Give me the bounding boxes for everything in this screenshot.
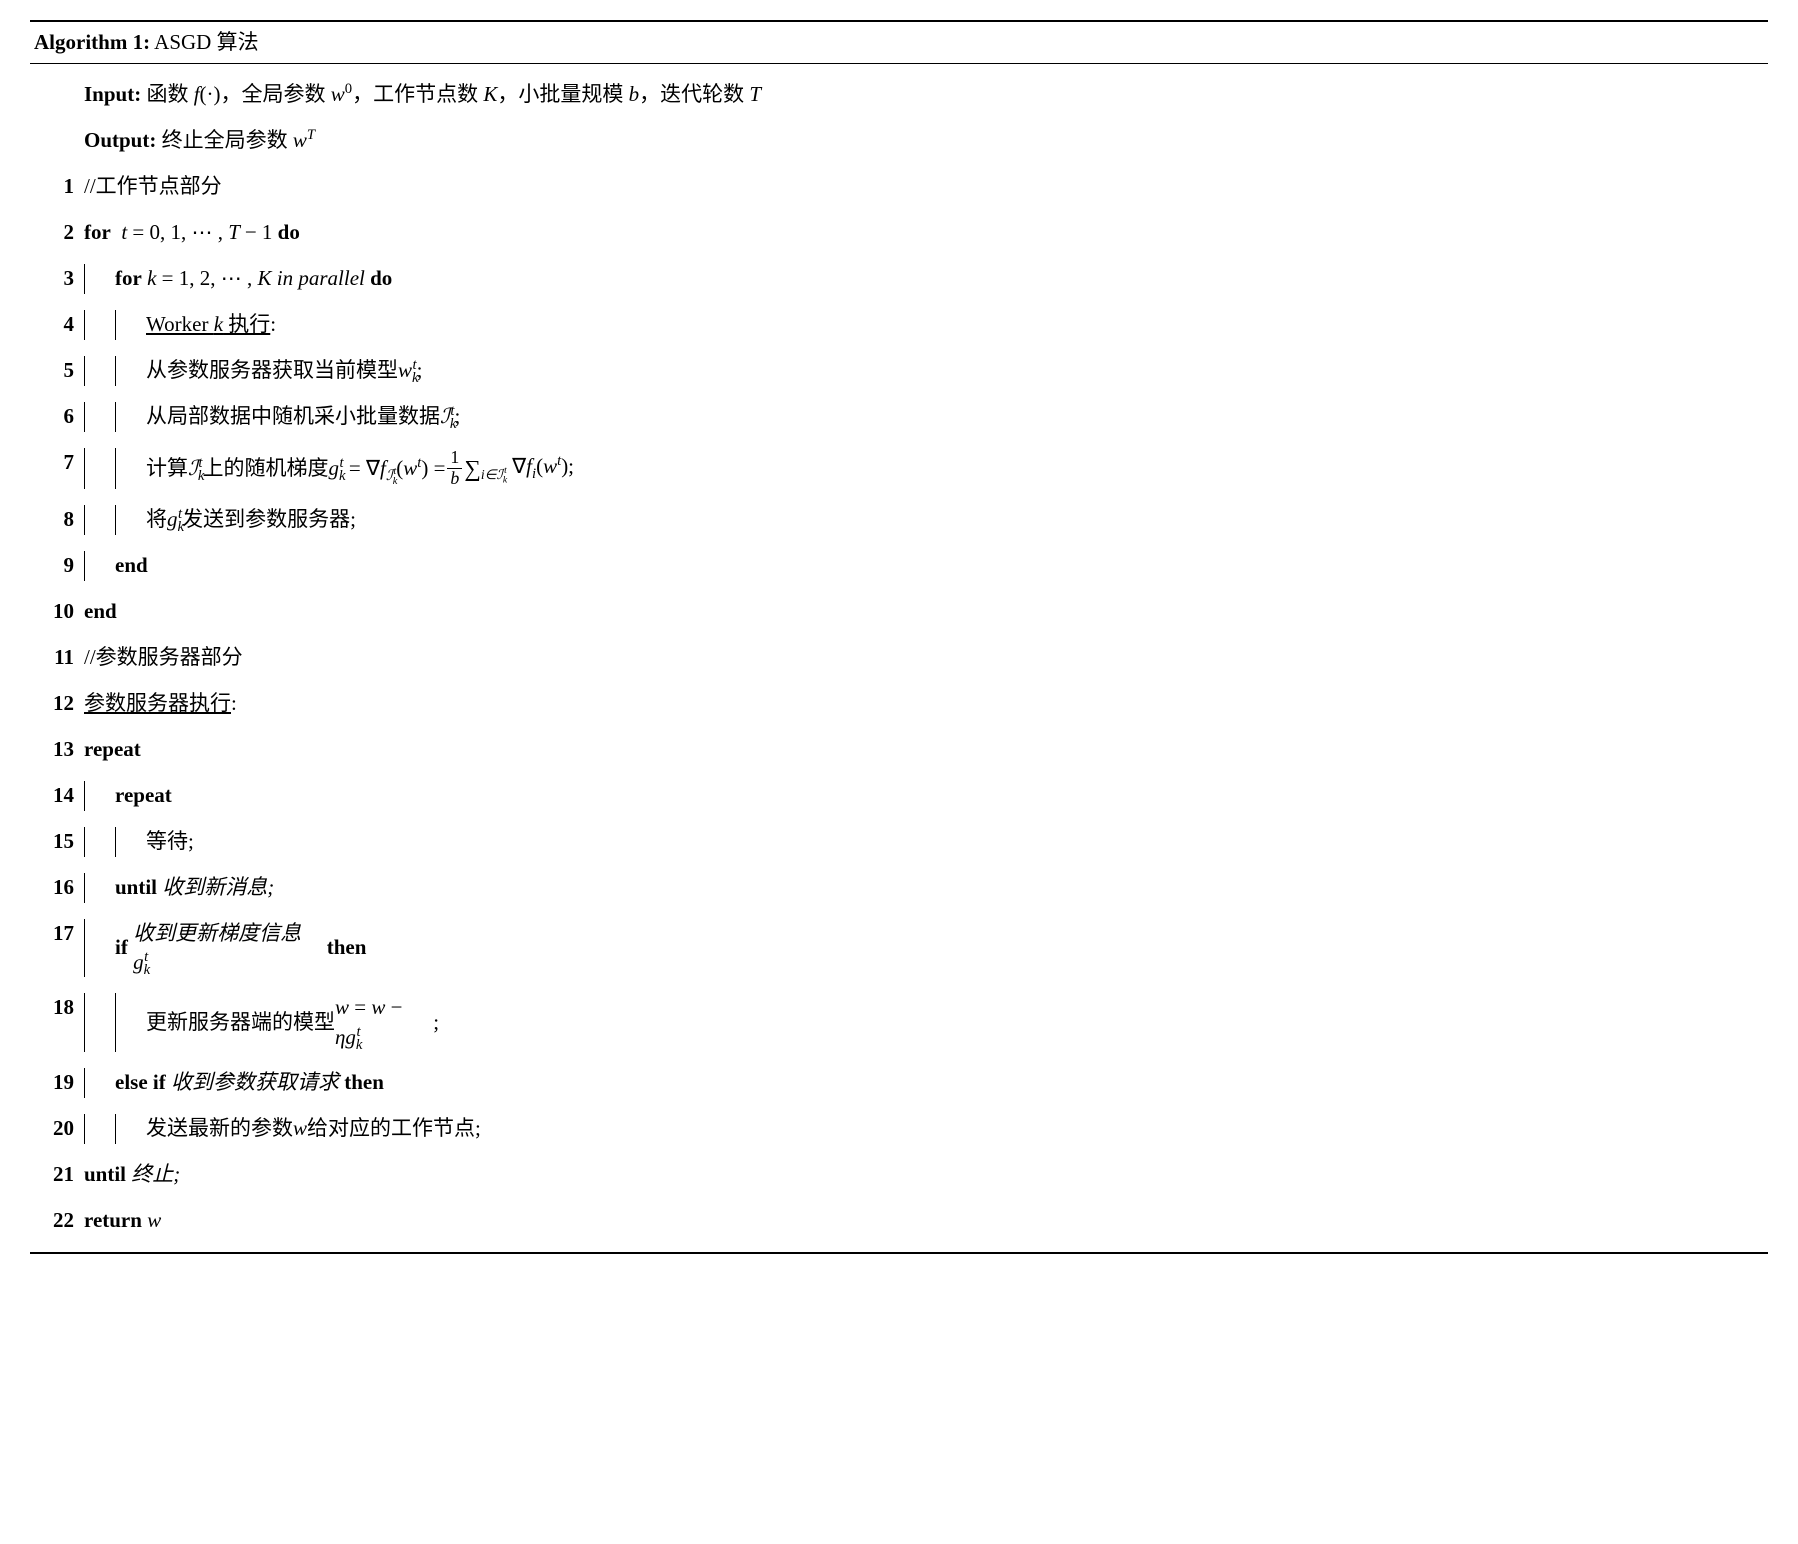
line-17: 17 if 收到更新梯度信息 gkt then xyxy=(30,911,1768,986)
algorithm-number: Algorithm 1: xyxy=(34,30,150,54)
output-text: 终止全局参数 wT xyxy=(162,126,315,155)
elseif-keyword: else if xyxy=(115,1068,166,1097)
line-11: 11 //参数服务器部分 xyxy=(30,635,1768,681)
for-keyword: for xyxy=(84,218,111,247)
then-keyword: then xyxy=(344,1068,384,1097)
if-condition: 收到更新梯度信息 gkt xyxy=(133,919,321,978)
for-keyword: for xyxy=(115,264,142,293)
line-13: 13 repeat xyxy=(30,727,1768,773)
until-cond: 收到新消息; xyxy=(162,873,274,902)
do-keyword: do xyxy=(278,218,300,247)
step-compute-gradient: 计算 ℐkt 上的随机梯度 gkt = ∇fℐkt(wt) = 1b ∑i∈ℐk… xyxy=(146,448,1768,488)
until-keyword: until xyxy=(84,1160,126,1189)
step-update-model: 更新服务器端的模型 w = w − ηgkt; xyxy=(146,993,1768,1052)
in-parallel: in parallel xyxy=(277,264,365,293)
output-label: Output: xyxy=(84,126,156,155)
line-18: 18 更新服务器端的模型 w = w − ηgkt; xyxy=(30,985,1768,1060)
worker-exec: Worker k 执行 xyxy=(146,310,270,339)
step-fetch-model: 从参数服务器获取当前模型 wkt; xyxy=(146,356,1768,385)
line-22: 22 return w xyxy=(30,1198,1768,1244)
algorithm-body: Input: 函数 f(·)，全局参数 w0，工作节点数 K，小批量规模 b，迭… xyxy=(30,64,1768,1252)
repeat-keyword: repeat xyxy=(84,735,141,764)
bottom-rule xyxy=(30,1252,1768,1254)
return-value: w xyxy=(147,1206,161,1235)
step-send-params: 发送最新的参数 w 给对应的工作节点; xyxy=(146,1114,1768,1143)
line-19: 19 else if 收到参数获取请求 then xyxy=(30,1060,1768,1106)
for-condition: t = 0, 1, ⋯ , T − 1 xyxy=(121,218,272,247)
comment-server: //参数服务器部分 xyxy=(84,643,1768,672)
line-8: 8 将 gkt 发送到参数服务器; xyxy=(30,497,1768,543)
line-10: 10 end xyxy=(30,589,1768,635)
then-keyword: then xyxy=(327,933,367,962)
return-keyword: return xyxy=(84,1206,142,1235)
input-label: Input: xyxy=(84,80,141,109)
server-exec: 参数服务器执行 xyxy=(84,689,231,718)
line-1: 1 //工作节点部分 xyxy=(30,164,1768,210)
if-keyword: if xyxy=(115,933,128,962)
input-text: 函数 f(·)，全局参数 w0，工作节点数 K，小批量规模 b，迭代轮数 T xyxy=(146,80,761,109)
algorithm-title: ASGD 算法 xyxy=(154,30,258,54)
repeat-keyword: repeat xyxy=(115,781,172,810)
line-9: 9 end xyxy=(30,543,1768,589)
step-send-gradient: 将 gkt 发送到参数服务器; xyxy=(146,505,1768,534)
line-7: 7 计算 ℐkt 上的随机梯度 gkt = ∇fℐkt(wt) = 1b ∑i∈… xyxy=(30,440,1768,496)
step-wait: 等待; xyxy=(146,827,1768,856)
algorithm-title-line: Algorithm 1: ASGD 算法 xyxy=(30,22,1768,63)
line-2: 2 for t = 0, 1, ⋯ , T − 1 do xyxy=(30,210,1768,256)
line-15: 15 等待; xyxy=(30,819,1768,865)
algorithm-block: Algorithm 1: ASGD 算法 Input: 函数 f(·)，全局参数… xyxy=(30,20,1768,1254)
line-4: 4 Worker k 执行: xyxy=(30,302,1768,348)
end-keyword: end xyxy=(84,597,117,626)
elseif-condition: 收到参数获取请求 xyxy=(171,1068,339,1097)
line-16: 16 until 收到新消息; xyxy=(30,865,1768,911)
line-5: 5 从参数服务器获取当前模型 wkt; xyxy=(30,348,1768,394)
do-keyword: do xyxy=(370,264,392,293)
line-12: 12 参数服务器执行: xyxy=(30,681,1768,727)
line-6: 6 从局部数据中随机采小批量数据 ℐkt; xyxy=(30,394,1768,440)
line-14: 14 repeat xyxy=(30,773,1768,819)
until-cond: 终止; xyxy=(131,1160,180,1189)
step-sample-batch: 从局部数据中随机采小批量数据 ℐkt; xyxy=(146,402,1768,431)
line-3: 3 for k = 1, 2, ⋯ , K in parallel do xyxy=(30,256,1768,302)
end-keyword: end xyxy=(115,551,148,580)
input-line: Input: 函数 f(·)，全局参数 w0，工作节点数 K，小批量规模 b，迭… xyxy=(30,72,1768,118)
until-keyword: until xyxy=(115,873,157,902)
line-20: 20 发送最新的参数 w 给对应的工作节点; xyxy=(30,1106,1768,1152)
line-21: 21 until 终止; xyxy=(30,1152,1768,1198)
output-line: Output: 终止全局参数 wT xyxy=(30,118,1768,164)
for-condition: k = 1, 2, ⋯ , K xyxy=(147,264,271,293)
comment-worker: //工作节点部分 xyxy=(84,172,1768,201)
